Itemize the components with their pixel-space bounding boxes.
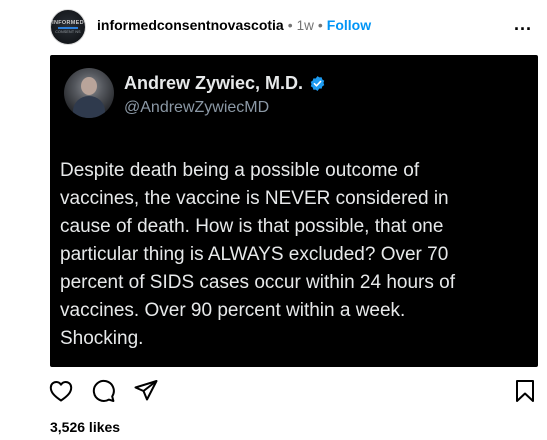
tweet-author-name: Andrew Zywiec, M.D. [124, 73, 326, 94]
likes-count[interactable]: 3,526 likes [50, 419, 120, 435]
avatar-text-top: INFORMED [52, 20, 84, 26]
avatar-text-bottom: CONSENT NS [55, 30, 81, 34]
comment-icon[interactable] [90, 378, 116, 404]
avatar-divider [58, 27, 78, 29]
separator-dot: • [317, 17, 323, 33]
separator-dot: • [287, 17, 293, 33]
post-header: INFORMED CONSENT NS informedconsentnovas… [0, 0, 547, 52]
username-link[interactable]: informedconsentnovascotia [97, 17, 284, 33]
post-image-tweet[interactable]: Andrew Zywiec, M.D. @AndrewZywiecMD Desp… [50, 55, 538, 367]
bookmark-icon[interactable] [512, 378, 538, 404]
tweet-author-name-text: Andrew Zywiec, M.D. [124, 73, 304, 93]
avatar-figure-body [73, 96, 105, 118]
more-options-icon[interactable]: ... [514, 14, 532, 35]
tweet-author-avatar [64, 68, 114, 118]
tweet-body-text: Despite death being a possible outcome o… [60, 160, 455, 349]
action-bar [0, 378, 547, 406]
verified-badge-icon [310, 76, 325, 91]
share-icon[interactable] [133, 378, 159, 404]
avatar-figure-head [81, 77, 97, 95]
post-meta: informedconsentnovascotia • 1w • Follow [97, 17, 371, 33]
heart-icon[interactable] [48, 378, 74, 404]
post-time[interactable]: 1w [297, 18, 314, 33]
account-avatar[interactable]: INFORMED CONSENT NS [50, 9, 86, 45]
tweet-author-handle: @AndrewZywiecMD [124, 99, 270, 116]
follow-button[interactable]: Follow [327, 17, 371, 33]
